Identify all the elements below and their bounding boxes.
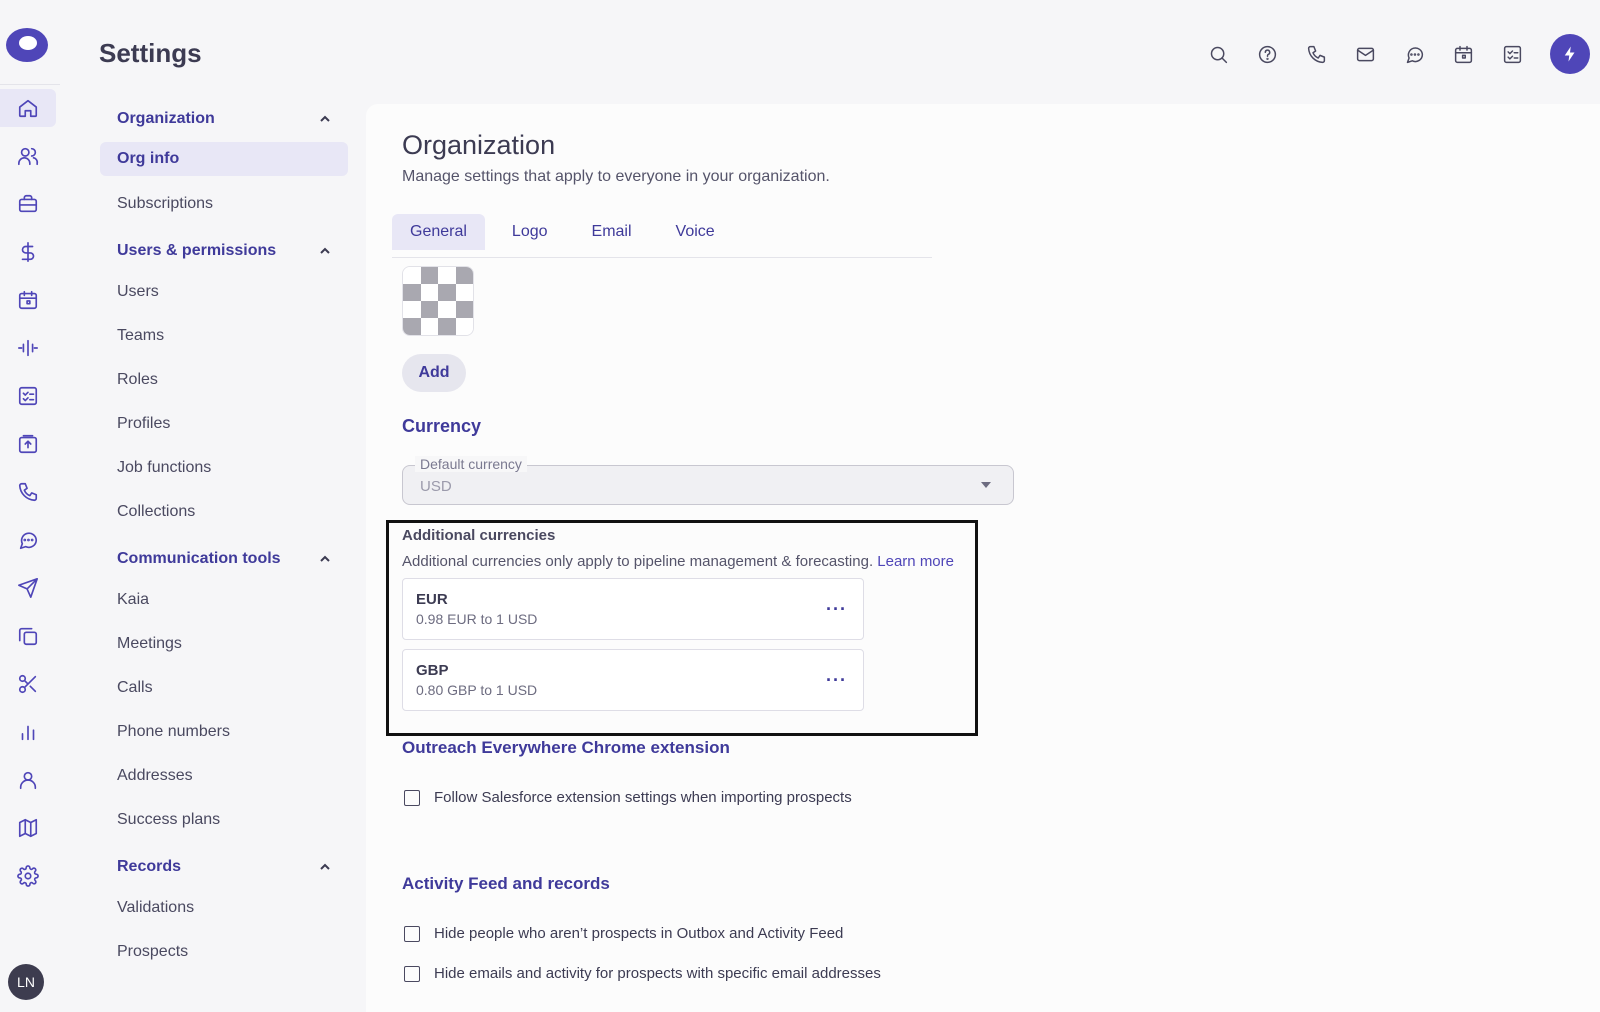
logo-placeholder — [402, 266, 474, 336]
tab-voice[interactable]: Voice — [659, 214, 742, 250]
add-logo-button[interactable]: Add — [402, 354, 466, 392]
map-icon[interactable] — [0, 809, 56, 847]
checkbox-label: Follow Salesforce extension settings whe… — [434, 789, 852, 806]
search-icon[interactable] — [1194, 32, 1243, 76]
dollar-icon[interactable] — [0, 233, 56, 271]
nav-item-kaia[interactable]: Kaia — [100, 578, 348, 622]
chevron-up-icon — [320, 115, 330, 122]
tasks-icon[interactable] — [1488, 32, 1537, 76]
waveform-icon[interactable] — [0, 329, 56, 367]
gear-icon[interactable] — [0, 857, 56, 895]
briefcase-icon[interactable] — [0, 185, 56, 223]
additional-currencies-title: Additional currencies — [402, 527, 556, 544]
mail-icon[interactable] — [1341, 32, 1390, 76]
bolt-icon[interactable] — [1550, 34, 1590, 74]
avatar[interactable]: LN — [8, 964, 44, 1000]
checkbox-label: Hide people who aren’t prospects in Outb… — [434, 925, 844, 942]
description-text: Additional currencies only apply to pipe… — [402, 553, 874, 570]
bar-chart-icon[interactable] — [0, 713, 56, 751]
currency-card-eur: EUR 0.98 EUR to 1 USD ··· — [402, 578, 864, 640]
nav-item-success-plans[interactable]: Success plans — [100, 798, 348, 842]
chevron-up-icon — [320, 863, 330, 870]
tab-email[interactable]: Email — [575, 214, 659, 250]
currency-code: EUR — [416, 591, 448, 608]
section-title: Organization — [402, 130, 556, 160]
send-icon[interactable] — [0, 569, 56, 607]
help-icon[interactable] — [1243, 32, 1292, 76]
checkbox-label: Hide emails and activity for prospects w… — [434, 965, 881, 982]
hide-emails-checkbox-row[interactable]: Hide emails and activity for prospects w… — [404, 965, 881, 982]
checkbox[interactable] — [404, 965, 420, 982]
nav-item-meetings[interactable]: Meetings — [100, 622, 348, 666]
top-toolbar — [1194, 32, 1590, 76]
nav-item-phone-numbers[interactable]: Phone numbers — [100, 710, 348, 754]
nav-group-label: Records — [117, 858, 182, 875]
nav-item-teams[interactable]: Teams — [100, 314, 348, 358]
nav-item-collections[interactable]: Collections — [100, 490, 348, 534]
nav-group-records[interactable]: Records — [100, 848, 348, 886]
hide-non-prospects-checkbox-row[interactable]: Hide people who aren’t prospects in Outb… — [404, 925, 843, 942]
main-panel: Organization Manage settings that apply … — [366, 104, 1600, 1012]
page-title: Settings — [99, 38, 202, 68]
salesforce-extension-checkbox-row[interactable]: Follow Salesforce extension settings whe… — [404, 789, 852, 806]
calendar-icon[interactable] — [0, 281, 56, 319]
currency-code: GBP — [416, 662, 449, 679]
default-currency-label: Default currency — [415, 456, 527, 472]
learn-more-link[interactable]: Learn more — [877, 553, 954, 570]
people-icon[interactable] — [0, 137, 56, 175]
person-icon[interactable] — [0, 761, 56, 799]
copy-icon[interactable] — [0, 617, 56, 655]
nav-item-profiles[interactable]: Profiles — [100, 402, 348, 446]
phone-icon[interactable] — [1292, 32, 1341, 76]
currency-rate: 0.80 GBP to 1 USD — [416, 682, 538, 698]
checkbox[interactable] — [404, 789, 420, 806]
rail-divider — [0, 84, 60, 85]
tab-general[interactable]: General — [392, 214, 485, 250]
chat-icon[interactable] — [0, 521, 56, 559]
checklist-icon[interactable] — [0, 377, 56, 415]
tab-logo[interactable]: Logo — [495, 214, 575, 250]
currency-title: Currency — [402, 416, 482, 436]
nav-group-label: Communication tools — [117, 550, 281, 567]
currency-card-gbp: GBP 0.80 GBP to 1 USD ··· — [402, 649, 864, 711]
nav-group-users-permissions[interactable]: Users & permissions — [100, 232, 348, 270]
additional-currencies-description: Additional currencies only apply to pipe… — [402, 553, 954, 570]
icon-rail: LN — [0, 0, 60, 1012]
more-options-icon[interactable]: ··· — [826, 670, 847, 691]
nav-item-calls[interactable]: Calls — [100, 666, 348, 710]
default-currency-select[interactable]: Default currency USD — [402, 456, 1014, 505]
nav-item-subscriptions[interactable]: Subscriptions — [100, 182, 348, 226]
nav-item-validations[interactable]: Validations — [100, 886, 348, 930]
home-icon[interactable] — [0, 89, 56, 127]
outreach-logo-icon[interactable] — [4, 26, 50, 64]
tab-bar: General Logo Email Voice — [392, 214, 932, 258]
scissors-icon[interactable] — [0, 665, 56, 703]
activity-feed-title: Activity Feed and records — [402, 874, 610, 893]
nav-group-label: Organization — [117, 110, 215, 127]
phone-icon[interactable] — [0, 473, 56, 511]
dropdown-caret-icon — [981, 482, 991, 488]
nav-group-organization[interactable]: Organization — [100, 100, 348, 138]
nav-item-org-info[interactable]: Org info — [100, 142, 348, 176]
currency-rate: 0.98 EUR to 1 USD — [416, 611, 538, 627]
default-currency-value: USD — [420, 478, 452, 495]
section-subtitle: Manage settings that apply to everyone i… — [402, 168, 830, 185]
more-options-icon[interactable]: ··· — [826, 599, 847, 620]
nav-group-label: Users & permissions — [117, 242, 277, 259]
chat-icon[interactable] — [1390, 32, 1439, 76]
settings-nav: Organization Org info Subscriptions User… — [100, 100, 348, 974]
nav-item-prospects[interactable]: Prospects — [100, 930, 348, 974]
nav-item-users[interactable]: Users — [100, 270, 348, 314]
nav-group-communication-tools[interactable]: Communication tools — [100, 540, 348, 578]
upload-icon[interactable] — [0, 425, 56, 463]
nav-item-roles[interactable]: Roles — [100, 358, 348, 402]
nav-item-addresses[interactable]: Addresses — [100, 754, 348, 798]
chevron-up-icon — [320, 555, 330, 562]
chevron-up-icon — [320, 247, 330, 254]
checkbox[interactable] — [404, 925, 420, 942]
calendar-icon[interactable] — [1439, 32, 1488, 76]
chrome-extension-title: Outreach Everywhere Chrome extension — [402, 738, 730, 757]
nav-item-job-functions[interactable]: Job functions — [100, 446, 348, 490]
